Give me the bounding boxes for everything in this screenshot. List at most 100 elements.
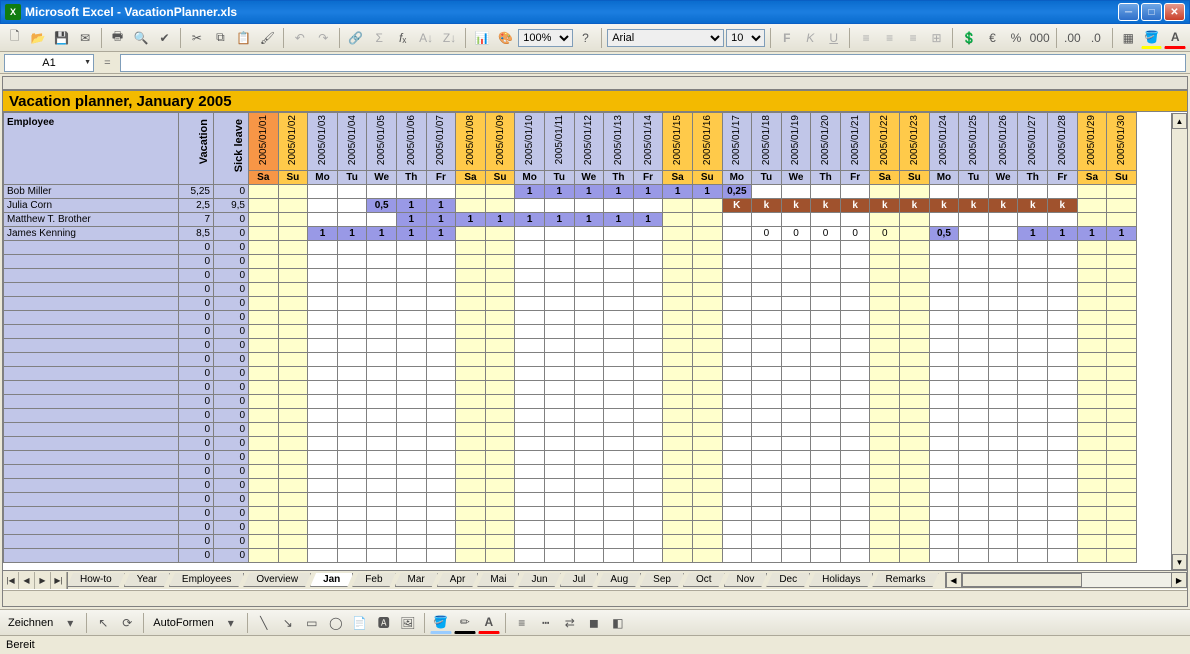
day-cell[interactable] [604, 255, 634, 269]
day-cell[interactable] [959, 185, 989, 199]
day-cell[interactable] [781, 395, 811, 409]
day-cell[interactable] [278, 395, 308, 409]
date-header[interactable]: 2005/01/20 [811, 113, 841, 171]
day-cell[interactable] [337, 325, 367, 339]
day-cell[interactable] [722, 339, 752, 353]
day-cell[interactable] [1048, 395, 1078, 409]
day-cell[interactable] [485, 325, 515, 339]
day-cell[interactable] [278, 493, 308, 507]
day-cell[interactable] [870, 339, 900, 353]
day-cell[interactable] [308, 521, 338, 535]
sort-asc-icon[interactable]: A↓ [415, 27, 436, 49]
day-cell[interactable] [988, 493, 1018, 507]
day-cell[interactable] [485, 311, 515, 325]
day-cell[interactable] [337, 269, 367, 283]
dow-header[interactable]: Fr [1048, 171, 1078, 185]
day-cell[interactable] [337, 437, 367, 451]
day-cell[interactable] [456, 283, 486, 297]
day-cell[interactable] [604, 521, 634, 535]
dow-header[interactable]: Sa [870, 171, 900, 185]
dow-header[interactable]: Mo [515, 171, 545, 185]
day-cell[interactable] [485, 297, 515, 311]
day-cell[interactable] [337, 185, 367, 199]
date-header[interactable]: 2005/01/04 [337, 113, 367, 171]
day-cell[interactable] [456, 227, 486, 241]
day-cell[interactable] [1107, 213, 1137, 227]
day-cell[interactable] [337, 409, 367, 423]
fill-color-icon[interactable]: 🪣 [1141, 27, 1162, 49]
day-cell[interactable] [752, 241, 782, 255]
day-cell[interactable] [574, 269, 604, 283]
day-cell[interactable] [929, 297, 959, 311]
day-cell[interactable] [396, 297, 426, 311]
day-cell[interactable] [633, 423, 663, 437]
day-cell[interactable] [426, 437, 456, 451]
day-cell[interactable] [1077, 199, 1107, 213]
day-cell[interactable] [1107, 353, 1137, 367]
day-cell[interactable] [308, 241, 338, 255]
day-cell[interactable] [1048, 367, 1078, 381]
day-cell[interactable] [722, 535, 752, 549]
day-cell[interactable] [781, 297, 811, 311]
day-cell[interactable] [752, 283, 782, 297]
date-header[interactable]: 2005/01/13 [604, 113, 634, 171]
day-cell[interactable] [337, 521, 367, 535]
vacation-cell[interactable]: 0 [179, 367, 214, 381]
day-cell[interactable] [663, 339, 693, 353]
textbox-icon[interactable]: 📄 [349, 612, 371, 634]
day-cell[interactable] [278, 381, 308, 395]
comma-icon[interactable]: 000 [1029, 27, 1051, 49]
day-cell[interactable] [604, 437, 634, 451]
day-cell[interactable] [278, 409, 308, 423]
day-cell[interactable] [515, 283, 545, 297]
employee-cell[interactable] [4, 493, 179, 507]
dow-header[interactable]: Tu [752, 171, 782, 185]
day-cell[interactable] [929, 507, 959, 521]
sheet-tab-overview[interactable]: Overview [243, 573, 311, 587]
day-cell[interactable] [515, 451, 545, 465]
day-cell[interactable] [337, 451, 367, 465]
day-cell[interactable] [337, 549, 367, 563]
day-cell[interactable]: 1 [515, 185, 545, 199]
day-cell[interactable] [485, 199, 515, 213]
day-cell[interactable]: 1 [337, 227, 367, 241]
day-cell[interactable] [337, 297, 367, 311]
vacation-cell[interactable]: 0 [179, 353, 214, 367]
day-cell[interactable] [722, 549, 752, 563]
day-cell[interactable] [604, 451, 634, 465]
day-cell[interactable] [485, 535, 515, 549]
day-cell[interactable] [900, 353, 930, 367]
day-cell[interactable] [337, 465, 367, 479]
day-cell[interactable] [692, 451, 722, 465]
day-cell[interactable] [959, 507, 989, 521]
dow-header[interactable]: Th [396, 171, 426, 185]
day-cell[interactable] [663, 423, 693, 437]
day-cell[interactable] [1107, 381, 1137, 395]
dow-header[interactable]: Mo [929, 171, 959, 185]
day-cell[interactable] [663, 367, 693, 381]
day-cell[interactable] [811, 269, 841, 283]
day-cell[interactable] [633, 395, 663, 409]
day-cell[interactable] [988, 465, 1018, 479]
dow-header[interactable]: Th [1018, 171, 1048, 185]
day-cell[interactable] [544, 549, 574, 563]
day-cell[interactable] [959, 381, 989, 395]
day-cell[interactable] [988, 367, 1018, 381]
day-cell[interactable] [604, 535, 634, 549]
day-cell[interactable]: 1 [1048, 227, 1078, 241]
day-cell[interactable] [900, 535, 930, 549]
day-cell[interactable] [544, 395, 574, 409]
day-cell[interactable] [988, 409, 1018, 423]
day-cell[interactable] [1048, 549, 1078, 563]
day-cell[interactable] [544, 283, 574, 297]
day-cell[interactable] [249, 199, 279, 213]
sheet-tab-mai[interactable]: Mai [477, 573, 519, 587]
employee-cell[interactable] [4, 283, 179, 297]
day-cell[interactable] [752, 185, 782, 199]
day-cell[interactable] [367, 493, 397, 507]
day-cell[interactable] [308, 213, 338, 227]
format-painter-icon[interactable]: 🖌 [257, 27, 278, 49]
day-cell[interactable]: 0,25 [722, 185, 752, 199]
day-cell[interactable] [1018, 409, 1048, 423]
employee-cell[interactable] [4, 465, 179, 479]
